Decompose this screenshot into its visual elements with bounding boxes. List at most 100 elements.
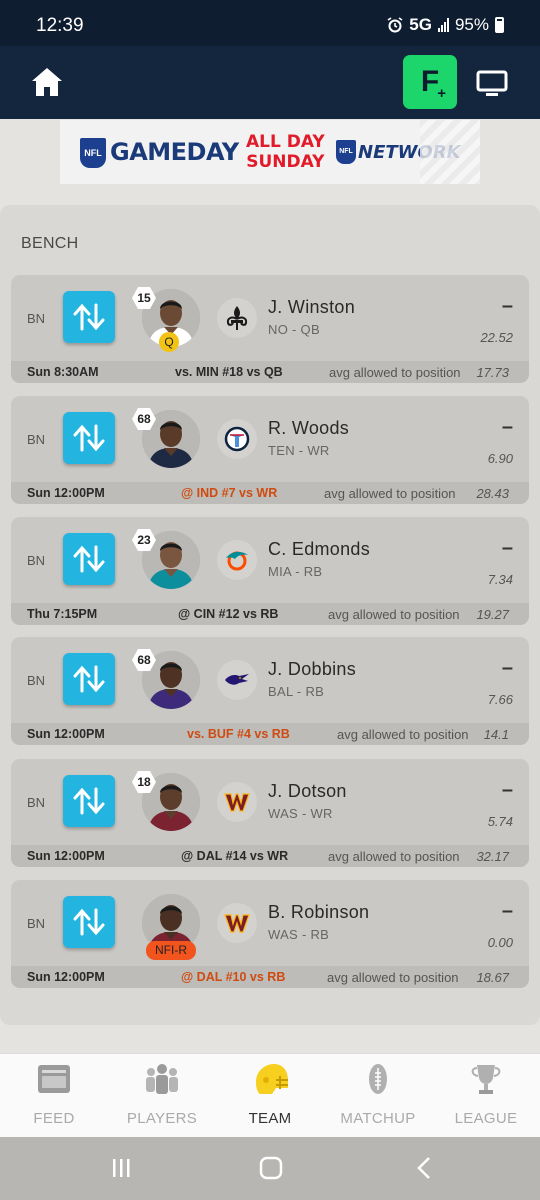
home-button[interactable]: [30, 65, 64, 99]
football-icon: [369, 1064, 387, 1094]
roster-slot: BN: [27, 311, 46, 326]
swap-arrows-icon: [73, 545, 105, 573]
swap-player-button[interactable]: [63, 775, 115, 827]
tv-button[interactable]: [476, 70, 508, 98]
opponent-matchup: vs. MIN #18 vs QB: [175, 365, 283, 379]
swap-player-button[interactable]: [63, 533, 115, 585]
player-score: –: [501, 900, 513, 922]
swap-arrows-icon: [73, 303, 105, 331]
roster-slot: BN: [27, 795, 46, 810]
player-score: –: [501, 416, 513, 438]
player-projection: 5.74: [487, 814, 513, 829]
banner-brand: GAMEDAY: [110, 138, 239, 166]
game-time: Sun 12:00PM: [27, 486, 105, 500]
nfl-logo: NFL: [80, 138, 106, 168]
game-time: Sun 12:00PM: [27, 970, 105, 984]
app-bar: F +: [0, 46, 540, 119]
recent-apps-icon[interactable]: [110, 1157, 132, 1179]
opponent-matchup: @ CIN #12 vs RB: [178, 607, 279, 621]
banner-tagline-line2: SUNDAY: [246, 152, 325, 172]
opponent-matchup: @ DAL #14 vs WR: [181, 849, 289, 863]
tab-players[interactable]: PLAYERS: [108, 1054, 216, 1138]
roster-slot: BN: [27, 432, 46, 447]
saints-fleur-de-lis-icon: [217, 298, 257, 338]
banner-tagline: ALL DAY SUNDAY: [246, 132, 325, 172]
tab-league[interactable]: LEAGUE: [432, 1054, 540, 1138]
bench-title: BENCH: [21, 235, 79, 252]
status-bar: 12:39 5G 95%: [0, 0, 540, 46]
avg-allowed-label: avg allowed to position: [324, 486, 456, 501]
plus-icon: +: [437, 85, 446, 102]
game-time: Sun 12:00PM: [27, 727, 105, 741]
commanders-w-icon: [217, 903, 257, 943]
tab-matchup[interactable]: MATCHUP: [324, 1054, 432, 1138]
nfl-network-logo: NFL: [336, 140, 356, 164]
back-icon[interactable]: [415, 1156, 433, 1180]
bench-player-card[interactable]: BN 23 C. Edmonds MIA - RB – 7.34 Thu 7:1…: [11, 517, 529, 625]
home-nav-icon[interactable]: [259, 1156, 283, 1180]
player-name[interactable]: C. Edmonds: [268, 539, 370, 560]
avg-allowed-label: avg allowed to position: [337, 727, 469, 742]
bench-player-card[interactable]: BN 18 J. Dotson WAS - WR – 5.74 Sun 12:0…: [11, 759, 529, 867]
roster-slot: BN: [27, 916, 46, 931]
bench-player-card[interactable]: BN NFI-R B. Robinson WAS - RB – 0.00 Sun…: [11, 880, 529, 988]
alarm-icon: [387, 17, 403, 33]
injury-status-badge: NFI-R: [146, 941, 196, 960]
avg-allowed-value: 32.17: [476, 849, 509, 864]
player-team-position: TEN - WR: [268, 443, 330, 458]
bench-player-card[interactable]: BN 15 Q J. Winston NO - QB – 22.52 Sun 8…: [11, 275, 529, 383]
tab-label: LEAGUE: [454, 1110, 518, 1127]
avg-allowed-value: 14.1: [483, 727, 509, 742]
player-team-position: WAS - RB: [268, 927, 330, 942]
player-score: –: [501, 657, 513, 679]
player-name[interactable]: B. Robinson: [268, 902, 369, 923]
player-score: –: [501, 537, 513, 559]
avg-allowed-label: avg allowed to position: [328, 849, 460, 864]
injury-status-badge: Q: [159, 332, 179, 352]
tab-label: PLAYERS: [126, 1110, 198, 1127]
bench-player-card[interactable]: BN 68 R. Woods TEN - WR – 6.90 Sun 12:00…: [11, 396, 529, 504]
nfl-gameday-banner[interactable]: NFL GAMEDAY ALL DAY SUNDAY NFL NETWORK: [60, 120, 480, 184]
tab-label: TEAM: [248, 1110, 292, 1127]
tab-feed[interactable]: FEED: [0, 1054, 108, 1138]
player-name[interactable]: J. Winston: [268, 297, 355, 318]
swap-player-button[interactable]: [63, 291, 115, 343]
game-time: Sun 12:00PM: [27, 849, 105, 863]
swap-arrows-icon: [73, 424, 105, 452]
titans-logo-icon: [217, 419, 257, 459]
player-team-position: WAS - WR: [268, 806, 333, 821]
avg-allowed-label: avg allowed to position: [328, 607, 460, 622]
player-name[interactable]: J. Dotson: [268, 781, 347, 802]
player-projection: 6.90: [487, 451, 513, 466]
system-nav-bar: [0, 1137, 540, 1200]
swap-arrows-icon: [73, 787, 105, 815]
avg-allowed-value: 18.67: [476, 970, 509, 985]
game-time: Sun 8:30AM: [27, 365, 99, 379]
swap-player-button[interactable]: [63, 653, 115, 705]
bench-player-card[interactable]: BN 68 J. Dobbins BAL - RB – 7.66 Sun 12:…: [11, 637, 529, 745]
feed-icon: [38, 1065, 70, 1093]
matchup-footer: Sun 8:30AM vs. MIN #18 vs QB avg allowed…: [11, 361, 529, 383]
player-score: –: [501, 295, 513, 317]
tab-team[interactable]: TEAM: [216, 1054, 324, 1138]
player-projection: 7.66: [487, 692, 513, 707]
player-name[interactable]: R. Woods: [268, 418, 349, 439]
roster-slot: BN: [27, 553, 46, 568]
avg-allowed-label: avg allowed to position: [327, 970, 459, 985]
game-time: Thu 7:15PM: [27, 607, 98, 621]
fantasy-plus-button[interactable]: F +: [403, 55, 457, 109]
swap-arrows-icon: [73, 665, 105, 693]
avg-allowed-label: avg allowed to position: [329, 365, 461, 380]
signal-icon: [437, 18, 449, 32]
matchup-footer: Sun 12:00PM @ DAL #14 vs WR avg allowed …: [11, 845, 529, 867]
avg-allowed-value: 28.43: [476, 486, 509, 501]
player-name[interactable]: J. Dobbins: [268, 659, 356, 680]
swap-player-button[interactable]: [63, 412, 115, 464]
swap-player-button[interactable]: [63, 896, 115, 948]
player-team-position: NO - QB: [268, 322, 320, 337]
players-icon: [146, 1064, 178, 1094]
swap-arrows-icon: [73, 908, 105, 936]
home-icon: [32, 68, 62, 96]
battery-percent: 95%: [454, 15, 489, 34]
player-projection: 0.00: [487, 935, 513, 950]
